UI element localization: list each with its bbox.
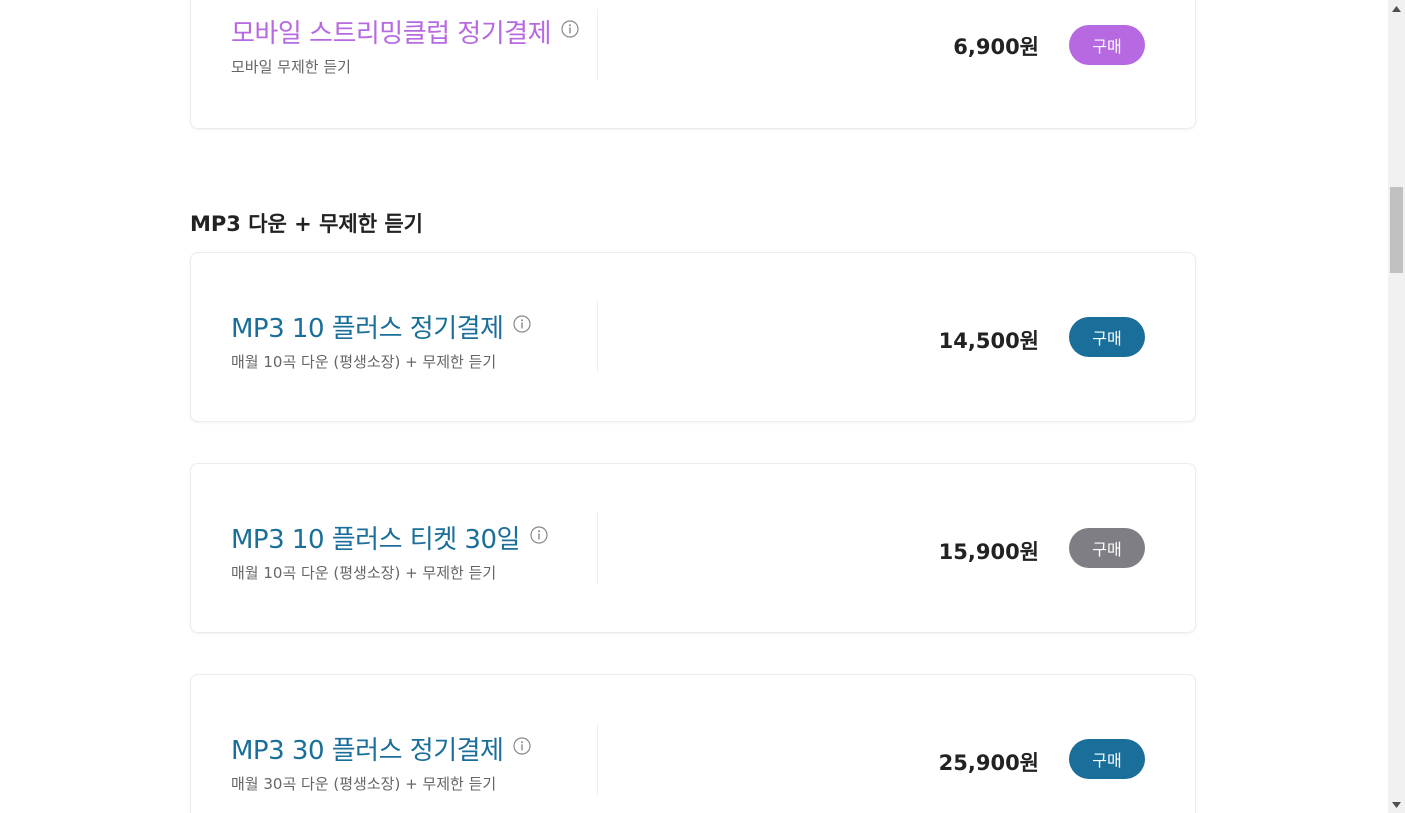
scroll-down-arrow-icon[interactable] xyxy=(1388,796,1405,813)
product-description: 모바일 무제한 듣기 xyxy=(231,58,351,76)
buy-button-disabled[interactable]: 구매 xyxy=(1069,528,1145,568)
product-info: 모바일 스트리밍클럽 정기결제 모바일 무제한 듣기 xyxy=(231,13,579,77)
buy-button[interactable]: 구매 xyxy=(1069,317,1145,357)
scroll-up-arrow-icon[interactable] xyxy=(1388,0,1405,17)
card-divider xyxy=(597,9,598,80)
product-description: 매월 30곡 다운 (평생소장) + 무제한 듣기 xyxy=(231,775,497,793)
buy-button[interactable]: 구매 xyxy=(1069,25,1145,65)
product-card-mp3-10-plus-ticket-30: MP3 10 플러스 티켓 30일 매월 10곡 다운 (평생소장) + 무제한… xyxy=(190,463,1196,633)
product-description: 매월 10곡 다운 (평생소장) + 무제한 듣기 xyxy=(231,353,497,371)
buy-button[interactable]: 구매 xyxy=(1069,739,1145,779)
product-title[interactable]: MP3 10 플러스 정기결제 xyxy=(231,308,504,345)
product-title-row: MP3 10 플러스 티켓 30일 xyxy=(231,519,548,556)
product-price: 25,900원 xyxy=(938,751,1039,775)
scrollbar-thumb[interactable] xyxy=(1390,187,1403,273)
product-title-row: MP3 10 플러스 정기결제 xyxy=(231,308,532,345)
product-title[interactable]: MP3 10 플러스 티켓 30일 xyxy=(231,519,520,556)
product-title[interactable]: 모바일 스트리밍클럽 정기결제 xyxy=(231,13,552,50)
product-info: MP3 10 플러스 티켓 30일 매월 10곡 다운 (평생소장) + 무제한… xyxy=(231,519,548,583)
product-title[interactable]: MP3 30 플러스 정기결제 xyxy=(231,730,504,767)
product-price: 6,900원 xyxy=(953,35,1039,59)
info-circle-icon[interactable] xyxy=(513,314,532,333)
product-title-row: MP3 30 플러스 정기결제 xyxy=(231,730,532,767)
product-card-mobile-streaming: 모바일 스트리밍클럽 정기결제 모바일 무제한 듣기 6,900원 구매 xyxy=(190,0,1196,129)
product-card-mp3-10-plus-subscription: MP3 10 플러스 정기결제 매월 10곡 다운 (평생소장) + 무제한 듣… xyxy=(190,252,1196,422)
info-circle-icon[interactable] xyxy=(561,19,579,38)
card-divider xyxy=(597,301,598,373)
product-title-row: 모바일 스트리밍클럽 정기결제 xyxy=(231,13,579,50)
section-heading: MP3 다운 + 무제한 듣기 xyxy=(190,212,423,236)
product-price: 15,900원 xyxy=(938,540,1039,564)
page-viewport: 모바일 스트리밍클럽 정기결제 모바일 무제한 듣기 6,900원 구매 MP3… xyxy=(0,0,1405,813)
product-info: MP3 10 플러스 정기결제 매월 10곡 다운 (평생소장) + 무제한 듣… xyxy=(231,308,532,372)
product-price: 14,500원 xyxy=(938,329,1039,353)
vertical-scrollbar[interactable] xyxy=(1388,0,1405,813)
info-circle-icon[interactable] xyxy=(513,736,532,755)
card-divider xyxy=(597,512,598,584)
product-card-mp3-30-plus-subscription: MP3 30 플러스 정기결제 매월 30곡 다운 (평생소장) + 무제한 듣… xyxy=(190,674,1196,813)
product-description: 매월 10곡 다운 (평생소장) + 무제한 듣기 xyxy=(231,564,497,582)
card-divider xyxy=(597,723,598,795)
product-info: MP3 30 플러스 정기결제 매월 30곡 다운 (평생소장) + 무제한 듣… xyxy=(231,730,532,794)
info-circle-icon[interactable] xyxy=(530,525,548,544)
